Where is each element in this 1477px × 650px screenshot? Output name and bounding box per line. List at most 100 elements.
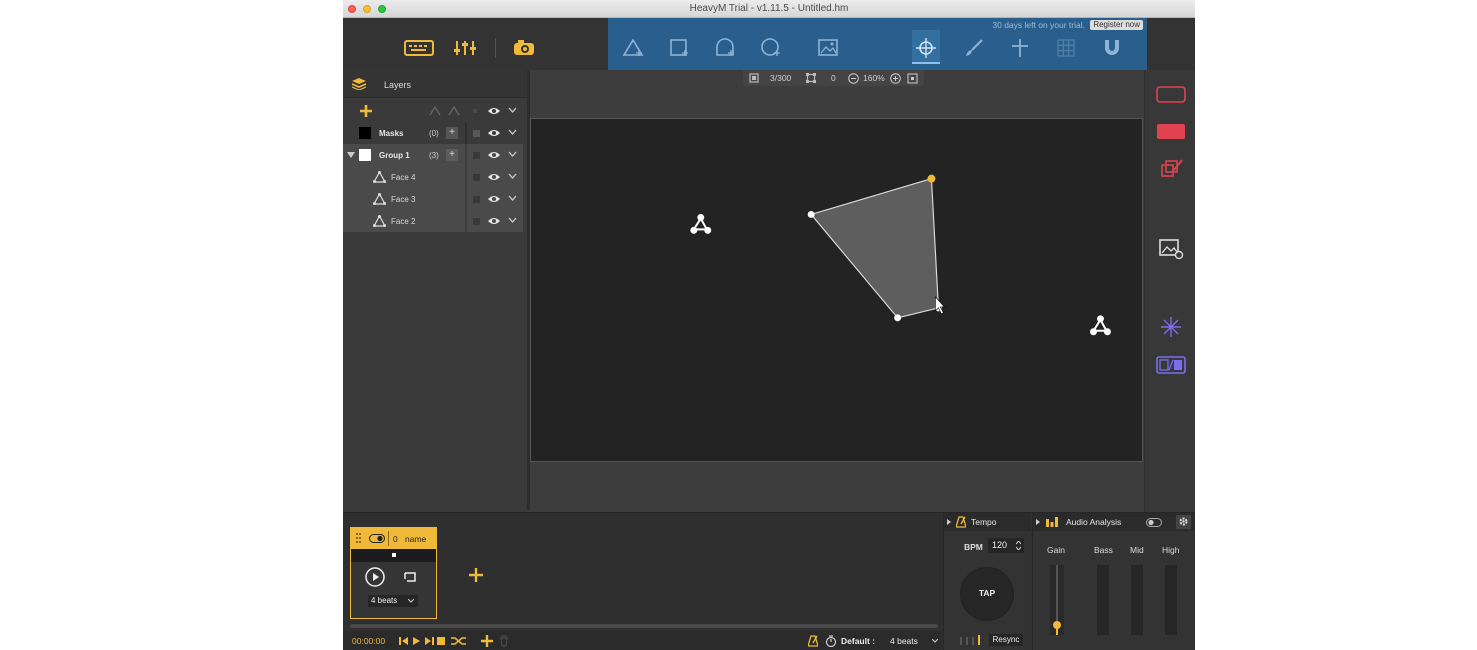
- eye-icon[interactable]: [488, 216, 500, 226]
- skip-back-icon[interactable]: [399, 636, 409, 646]
- add-layer-icon[interactable]: [360, 105, 372, 117]
- magnet-tool-icon[interactable]: [1100, 36, 1124, 60]
- timer-icon: [825, 635, 837, 647]
- audio-toggle[interactable]: [1146, 518, 1162, 527]
- brush-tool-icon[interactable]: [962, 36, 986, 60]
- drag-handle-icon[interactable]: [356, 533, 361, 544]
- outline-shape-icon[interactable]: [1156, 86, 1186, 104]
- image-tool-icon[interactable]: [817, 36, 841, 60]
- chevron-down-icon[interactable]: [932, 639, 938, 643]
- gain-knob[interactable]: [1053, 620, 1061, 629]
- image-settings-icon[interactable]: [1159, 238, 1185, 260]
- selection-count: 0: [831, 73, 836, 83]
- loop-icon[interactable]: [404, 571, 418, 583]
- circle-tool-icon[interactable]: [759, 36, 783, 60]
- toggle-effect-icon[interactable]: [1156, 355, 1186, 375]
- expand-arrow-icon[interactable]: [947, 519, 951, 525]
- clip-toggle-icon[interactable]: [369, 534, 385, 543]
- eye-icon[interactable]: [488, 172, 500, 182]
- chevron-down-icon[interactable]: [508, 129, 517, 136]
- app-window: HeavyM Trial - v1.11.5 - Untitled.hm 30 …: [343, 0, 1195, 650]
- transport-add-icon[interactable]: [481, 635, 493, 647]
- layer-unlink-icon[interactable]: [448, 106, 460, 116]
- fit-view-icon[interactable]: [907, 73, 918, 84]
- stepper-icon[interactable]: [1016, 541, 1021, 550]
- visibility-square[interactable]: [473, 218, 480, 225]
- shuffle-icon[interactable]: [450, 635, 468, 647]
- eye-icon[interactable]: [488, 194, 500, 204]
- square-tool-icon[interactable]: [667, 36, 691, 60]
- projector-icon[interactable]: [513, 39, 535, 57]
- layer-row-face-4[interactable]: Face 4: [343, 166, 523, 188]
- bars-icon: [1046, 517, 1058, 527]
- zoom-out-icon[interactable]: [848, 73, 859, 84]
- visibility-square[interactable]: [473, 130, 480, 137]
- filled-shape-icon[interactable]: [1156, 123, 1186, 141]
- resync-button[interactable]: Resync: [989, 634, 1023, 646]
- bpm-input[interactable]: 120: [988, 538, 1024, 553]
- add-face-button[interactable]: +: [446, 149, 458, 161]
- triangle-tool-icon[interactable]: [621, 36, 645, 60]
- clip-name[interactable]: name: [405, 534, 426, 544]
- visibility-square[interactable]: [473, 196, 480, 203]
- timeline-scrollbar[interactable]: [350, 624, 938, 628]
- faces-count-icon: [749, 73, 759, 83]
- layers-icon: [352, 78, 366, 90]
- default-beats[interactable]: 4 beats: [890, 636, 918, 646]
- layer-row-group-1[interactable]: Group 1 (3) +: [343, 144, 523, 166]
- stop-icon[interactable]: [437, 636, 446, 646]
- layer-row-face-2[interactable]: Face 2: [343, 210, 523, 232]
- layer-row-masks[interactable]: Masks (0) +: [343, 122, 523, 144]
- faces-count: 3/300: [770, 73, 792, 83]
- expand-arrow-icon[interactable]: [1036, 519, 1040, 525]
- layer-label: Face 4: [391, 173, 416, 182]
- visibility-square[interactable]: [473, 174, 480, 181]
- trash-icon[interactable]: [499, 635, 509, 647]
- mapping-canvas[interactable]: [530, 118, 1143, 462]
- high-meter: [1165, 565, 1177, 635]
- zoom-in-icon[interactable]: [890, 73, 901, 84]
- add-mask-button[interactable]: +: [446, 127, 458, 139]
- select-tool-icon[interactable]: [914, 36, 938, 60]
- gain-label: Gain: [1047, 545, 1065, 555]
- audio-header: Audio Analysis: [1033, 513, 1195, 531]
- eye-icon[interactable]: [488, 128, 500, 138]
- beats-select[interactable]: 4 beats: [368, 595, 418, 607]
- face-selected-quad[interactable]: [807, 174, 942, 322]
- stage-area: 3/300 0 160%: [530, 70, 1144, 512]
- eye-icon[interactable]: [488, 150, 500, 160]
- play-icon[interactable]: [365, 567, 385, 587]
- audio-settings-button[interactable]: [1176, 515, 1191, 529]
- window-title: HeavyM Trial - v1.11.5 - Untitled.hm: [689, 3, 849, 14]
- expand-triangle-icon[interactable]: [347, 152, 355, 158]
- cross-tool-icon[interactable]: [1008, 36, 1032, 60]
- register-button[interactable]: Register now: [1090, 20, 1143, 30]
- chevron-down-icon[interactable]: [508, 107, 517, 114]
- skip-forward-icon[interactable]: [424, 636, 434, 646]
- chevron-down-icon[interactable]: [508, 195, 517, 202]
- clip-card[interactable]: 0 name 4 beats: [350, 527, 437, 619]
- keyboard-icon[interactable]: [404, 39, 434, 57]
- visibility-square[interactable]: [473, 152, 480, 159]
- chevron-down-icon[interactable]: [508, 217, 517, 224]
- transport-play-icon[interactable]: [412, 636, 421, 646]
- tempo-panel: Tempo BPM 120 TAP Resync: [943, 513, 1031, 650]
- gain-slider[interactable]: [1050, 565, 1064, 635]
- sliders-icon[interactable]: [453, 39, 479, 57]
- face-small-left[interactable]: [690, 213, 712, 234]
- layer-row-face-3[interactable]: Face 3: [343, 188, 523, 210]
- layer-link-icon[interactable]: [429, 106, 441, 116]
- chevron-down-icon[interactable]: [508, 173, 517, 180]
- chevron-down-icon[interactable]: [508, 151, 517, 158]
- bpm-value: 120: [992, 540, 1008, 550]
- face-small-right[interactable]: [1090, 315, 1111, 336]
- grid-tool-icon[interactable]: [1054, 36, 1078, 60]
- mask-effect-icon[interactable]: [1160, 158, 1184, 180]
- add-clip-icon[interactable]: [469, 568, 483, 582]
- sparkle-icon[interactable]: [1160, 316, 1182, 338]
- main-toolbar: 30 days left on your trial. Register now: [343, 18, 1195, 74]
- eye-icon[interactable]: [488, 106, 500, 116]
- tap-button[interactable]: TAP: [961, 568, 1013, 620]
- bell-tool-icon[interactable]: [713, 36, 737, 60]
- face-icon: [373, 171, 386, 183]
